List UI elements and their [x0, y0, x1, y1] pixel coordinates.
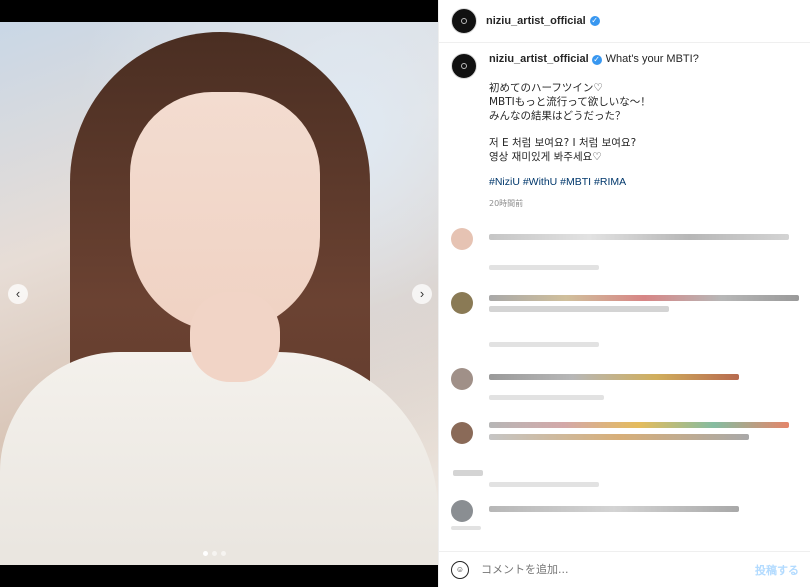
avatar[interactable] [451, 292, 473, 314]
comment-text [489, 422, 789, 428]
post-sidebar: niziu_artist_official ✓ niziu_artist_off… [438, 0, 810, 587]
post-header: niziu_artist_official ✓ [439, 0, 810, 43]
chevron-right-icon[interactable]: › [412, 284, 432, 304]
comment-text [489, 234, 789, 240]
verified-icon: ✓ [589, 16, 600, 26]
avatar[interactable] [451, 422, 473, 444]
carousel-indicator [203, 551, 226, 556]
comment-text [489, 295, 799, 301]
comment-text [453, 470, 483, 476]
carousel-dot [212, 551, 217, 556]
hashtags[interactable]: #NiziU #WithU #MBTI #RIMA [489, 176, 801, 190]
comment-meta [489, 265, 599, 270]
avatar[interactable] [451, 8, 477, 34]
avatar[interactable] [451, 500, 473, 522]
comment-text [489, 434, 749, 440]
carousel-dot [221, 551, 226, 556]
caption-title: What's your MBTI? [605, 53, 699, 65]
comment-meta [451, 526, 481, 530]
comment-text [489, 306, 669, 312]
caption-line: 저 E 처럼 보여요? I 처럼 보여요? [489, 136, 637, 149]
timestamp: 20時間前 [489, 199, 524, 208]
comment-bar: ☺ 投稿する [439, 551, 810, 587]
caption-username[interactable]: niziu_artist_official [489, 53, 589, 67]
smiley-icon[interactable]: ☺ [451, 560, 469, 579]
username-link[interactable]: niziu_artist_official [486, 15, 586, 27]
caption: niziu_artist_official ✓ What's your MBTI… [451, 53, 801, 211]
avatar[interactable] [451, 228, 473, 250]
caption-line: MBTIもっと流行って欲しいな〜！ [489, 95, 651, 108]
chevron-left-icon[interactable]: ‹ [8, 284, 28, 304]
caption-line: 영상 재미있게 봐주세요♡ [489, 150, 602, 163]
post-photo [0, 22, 438, 565]
comment-text [489, 506, 739, 512]
comment-meta [489, 482, 599, 487]
avatar[interactable] [451, 368, 473, 390]
comment-text [489, 374, 739, 380]
verified-icon: ✓ [591, 54, 602, 65]
comment-meta [489, 342, 599, 347]
post-button[interactable]: 投稿する [755, 562, 799, 578]
comment-input[interactable] [481, 563, 731, 576]
comment-meta [489, 395, 604, 400]
avatar[interactable] [451, 53, 477, 79]
caption-line: みんなの結果はどうだった？ [489, 109, 626, 122]
caption-line: 初めてのハーフツイン♡ [489, 81, 603, 94]
carousel-dot [203, 551, 208, 556]
photo-pane: ‹ › [0, 0, 438, 587]
